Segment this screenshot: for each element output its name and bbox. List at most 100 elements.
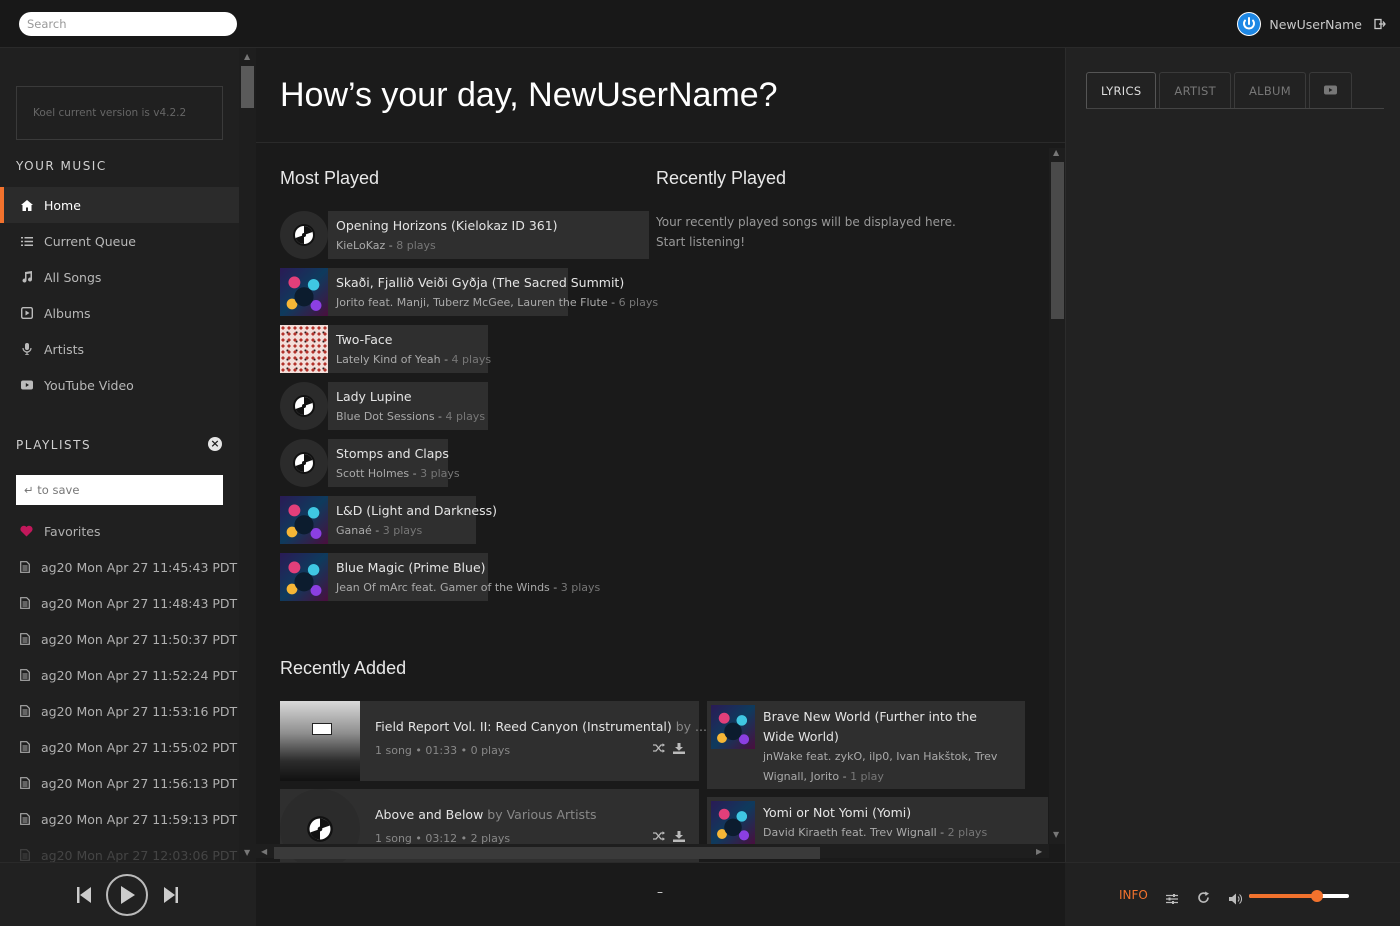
vinyl-icon[interactable] xyxy=(280,382,328,430)
info-toggle-button[interactable]: INFO xyxy=(1119,888,1148,902)
song-artist[interactable]: Ganaé xyxy=(336,524,372,537)
playlist-label: ag20 Mon Apr 27 11:45:43 PDT ... xyxy=(41,559,239,575)
shuffle-icon[interactable] xyxy=(653,831,665,845)
playlist-label: ag20 Mon Apr 27 11:56:13 PDT ... xyxy=(41,775,239,791)
tab-lyrics[interactable]: LYRICS xyxy=(1086,72,1157,109)
download-icon[interactable] xyxy=(673,831,685,845)
tab-youtube[interactable] xyxy=(1309,72,1352,109)
sidebar-item-albums[interactable]: Albums xyxy=(0,295,239,331)
sidebar-item-artists[interactable]: Artists xyxy=(0,331,239,367)
song-artist[interactable]: Jean Of mArc feat. Gamer of the Winds xyxy=(336,581,550,594)
now-playing-placeholder: – xyxy=(657,885,663,899)
download-icon[interactable] xyxy=(673,743,685,757)
song-artist[interactable]: Scott Holmes xyxy=(336,467,409,480)
album-art[interactable] xyxy=(280,325,328,373)
song-meta: Jean Of mArc feat. Gamer of the Winds - … xyxy=(336,581,601,594)
sidebar-scrollbar[interactable] xyxy=(239,48,256,862)
play-count: 6 plays xyxy=(618,296,659,309)
playlist-label: Favorites xyxy=(44,523,101,539)
shuffle-icon[interactable] xyxy=(653,743,665,757)
song-title: Lady Lupine xyxy=(336,389,412,404)
playlist-item[interactable]: ag20 Mon Apr 27 11:55:02 PDT ... xyxy=(0,729,239,765)
scroll-down-icon[interactable]: ▼ xyxy=(244,848,250,857)
sidebar-item-all-songs[interactable]: All Songs xyxy=(0,259,239,295)
vinyl-icon[interactable] xyxy=(280,211,328,259)
volume-slider[interactable] xyxy=(1249,890,1349,902)
album-artist[interactable]: by Various Artists xyxy=(487,807,596,822)
album-title[interactable]: Above and Below xyxy=(375,807,483,822)
song-title: Opening Horizons (Kielokaz ID 361) xyxy=(336,218,558,233)
album-art[interactable] xyxy=(280,496,328,544)
song-meta: Blue Dot Sessions - 4 plays xyxy=(336,410,486,423)
scroll-down-icon[interactable]: ▼ xyxy=(1053,830,1059,839)
album-art[interactable] xyxy=(280,268,328,316)
volume-handle[interactable] xyxy=(1311,890,1323,902)
add-playlist-icon[interactable]: × xyxy=(208,437,222,451)
play-count: 3 plays xyxy=(560,581,601,594)
playlist-item[interactable]: ag20 Mon Apr 27 11:50:37 PDT ... xyxy=(0,621,239,657)
song-info: Yomi or Not Yomi (Yomi) David Kiraeth fe… xyxy=(763,803,998,843)
play-button[interactable] xyxy=(106,874,148,916)
playlist-item[interactable]: ag20 Mon Apr 27 11:48:43 PDT ... xyxy=(0,585,239,621)
playlist-item[interactable]: ag20 Mon Apr 27 11:56:13 PDT ... xyxy=(0,765,239,801)
sidebar-item-current-queue[interactable]: Current Queue xyxy=(0,223,239,259)
user-area: NewUserName xyxy=(1237,12,1386,36)
heart-icon xyxy=(20,525,33,538)
vinyl-icon[interactable] xyxy=(280,439,328,487)
song-info: Skaði, Fjallið Veiði Gyðja (The Sacred S… xyxy=(328,268,659,316)
playlist-item-favorites[interactable]: Favorites xyxy=(0,513,239,549)
song-item[interactable]: Brave New World (Further into the Wide W… xyxy=(707,701,1025,789)
song-title: Yomi or Not Yomi (Yomi) xyxy=(763,805,912,820)
album-artist[interactable]: by ... xyxy=(676,719,707,734)
next-icon[interactable] xyxy=(163,885,179,905)
album-art[interactable] xyxy=(711,705,755,749)
album-art[interactable] xyxy=(280,701,360,781)
volume-icon[interactable] xyxy=(1229,890,1242,909)
sidebar-item-home[interactable]: Home xyxy=(0,187,239,223)
previous-icon[interactable] xyxy=(76,885,92,905)
song-meta: jnWake feat. zykO, ilp0, Ivan Hakštok, T… xyxy=(763,750,998,783)
playlist-item[interactable]: ag20 Mon Apr 27 11:52:24 PDT ... xyxy=(0,657,239,693)
microphone-icon xyxy=(20,343,33,356)
album-actions xyxy=(653,831,685,845)
sidebar-item-label: All Songs xyxy=(44,269,102,285)
tab-album[interactable]: ALBUM xyxy=(1233,72,1306,109)
search-input[interactable] xyxy=(19,12,237,36)
play-count: 2 plays xyxy=(947,826,988,839)
song-title: Stomps and Claps xyxy=(336,446,449,461)
album-title[interactable]: Field Report Vol. II: Reed Canyon (Instr… xyxy=(375,719,672,734)
sidebar-item-label: YouTube Video xyxy=(44,377,134,393)
song-artist[interactable]: Blue Dot Sessions xyxy=(336,410,435,423)
volume-fill xyxy=(1249,894,1317,898)
song-artist[interactable]: David Kiraeth feat. Trev Wignall xyxy=(763,826,937,839)
scroll-up-icon[interactable]: ▲ xyxy=(244,52,250,61)
playlist-item[interactable]: ag20 Mon Apr 27 11:45:43 PDT ... xyxy=(0,549,239,585)
nav-list: Home Current Queue All Songs Albums Arti… xyxy=(0,187,239,403)
song-info: Blue Magic (Prime Blue) Jean Of mArc fea… xyxy=(328,553,601,601)
sidebar-item-youtube-video[interactable]: YouTube Video xyxy=(0,367,239,403)
main-scroll-thumb[interactable] xyxy=(1051,162,1064,319)
new-playlist-input[interactable] xyxy=(16,475,223,505)
horizontal-scroll-thumb[interactable] xyxy=(274,847,820,859)
equalizer-icon[interactable] xyxy=(1166,890,1178,909)
avatar[interactable] xyxy=(1237,12,1262,36)
sidebar-scroll-thumb[interactable] xyxy=(241,66,254,108)
song-info: Opening Horizons (Kielokaz ID 361) KieLo… xyxy=(328,211,649,259)
scroll-right-icon[interactable]: ▶ xyxy=(1036,847,1042,856)
playlist-item[interactable]: ag20 Mon Apr 27 12:03:06 PDT ... xyxy=(0,837,239,862)
user-name[interactable]: NewUserName xyxy=(1269,17,1362,32)
song-artist[interactable]: KieLoKaz xyxy=(336,239,385,252)
song-artist[interactable]: Lately Kind of Yeah xyxy=(336,353,441,366)
song-artist[interactable]: Jorito feat. Manji, Tuberz McGee, Lauren… xyxy=(336,296,608,309)
playlist-item[interactable]: ag20 Mon Apr 27 11:53:16 PDT ... xyxy=(0,693,239,729)
album-art[interactable] xyxy=(280,553,328,601)
scroll-left-icon[interactable]: ◀ xyxy=(261,847,267,856)
repeat-icon[interactable] xyxy=(1197,889,1210,908)
logout-icon[interactable] xyxy=(1374,15,1386,34)
album-card[interactable]: Field Report Vol. II: Reed Canyon (Instr… xyxy=(280,701,707,781)
album-art[interactable] xyxy=(711,801,755,845)
playlist-item[interactable]: ag20 Mon Apr 27 11:59:13 PDT ... xyxy=(0,801,239,837)
scroll-up-icon[interactable]: ▲ xyxy=(1053,148,1059,157)
song-meta: Jorito feat. Manji, Tuberz McGee, Lauren… xyxy=(336,296,659,309)
tab-artist[interactable]: ARTIST xyxy=(1159,72,1231,109)
